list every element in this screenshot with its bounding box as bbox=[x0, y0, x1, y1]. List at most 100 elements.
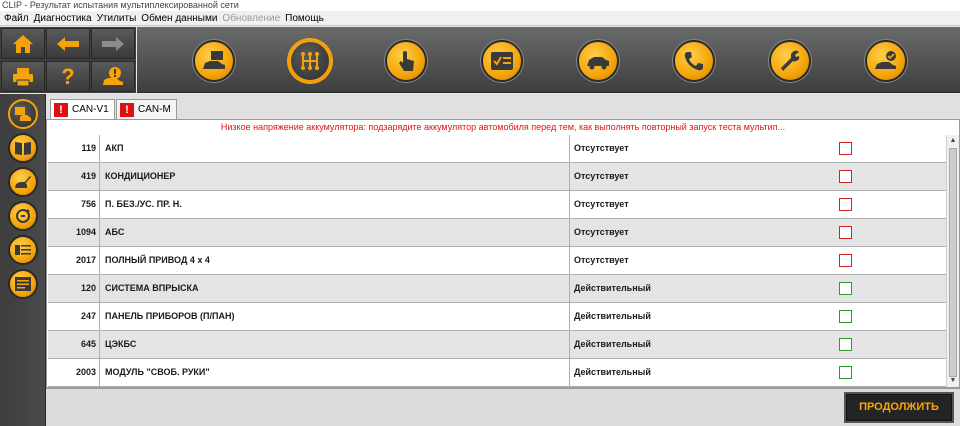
ecu-id: 119 bbox=[48, 135, 100, 162]
table-row: 119 АКП Отсутствует bbox=[48, 135, 946, 163]
action-bar: ПРОДОЛЖИТЬ bbox=[46, 388, 960, 426]
status-checkbox[interactable] bbox=[839, 226, 852, 239]
help-button[interactable]: ? bbox=[46, 61, 90, 92]
status-checkbox[interactable] bbox=[839, 198, 852, 211]
ecu-status: Действительный bbox=[574, 311, 651, 321]
sidebar-reset-cycle[interactable] bbox=[8, 201, 38, 231]
tab-label: CAN-V1 bbox=[72, 104, 109, 115]
ecu-id: 247 bbox=[48, 303, 100, 330]
status-checkbox[interactable] bbox=[839, 366, 852, 379]
ecu-id: 1094 bbox=[48, 219, 100, 246]
sidebar-wiring[interactable] bbox=[8, 235, 38, 265]
ecu-status: Действительный bbox=[574, 367, 651, 377]
sidebar-network-test[interactable] bbox=[8, 99, 38, 129]
scroll-thumb[interactable] bbox=[949, 148, 957, 377]
warning-icon: ! bbox=[54, 103, 68, 117]
vehicle-scan-icon bbox=[587, 57, 609, 70]
wiring-icon bbox=[15, 245, 31, 255]
phone-support-button[interactable] bbox=[673, 40, 715, 82]
ecu-status: Отсутствует bbox=[574, 227, 629, 237]
menu-utilities[interactable]: Утилиты bbox=[97, 11, 137, 25]
ecu-id: 120 bbox=[48, 275, 100, 302]
ecu-status: Отсутствует bbox=[574, 171, 629, 181]
table-row: 1094 АБС Отсутствует bbox=[48, 219, 946, 247]
printer-icon bbox=[13, 67, 33, 86]
gearbox-button[interactable] bbox=[289, 40, 331, 82]
function-toolbar bbox=[137, 27, 960, 93]
ecu-name: СИСТЕМА ВПРЫСКА bbox=[101, 275, 570, 302]
ecu-name: АБС bbox=[101, 219, 570, 246]
network-test-icon bbox=[15, 107, 31, 121]
wrench-icon bbox=[781, 50, 800, 71]
menu-diagnostics[interactable]: Диагностика bbox=[34, 11, 92, 25]
forward-button[interactable] bbox=[91, 28, 135, 59]
ecu-id: 2017 bbox=[48, 247, 100, 274]
table-row: 2017 ПОЛНЫЙ ПРИВОД 4 х 4 Отсутствует bbox=[48, 247, 946, 275]
ecu-name: МОДУЛЬ "СВОБ. РУКИ" bbox=[101, 359, 570, 386]
tab-can-v1[interactable]: ! CAN-V1 bbox=[50, 99, 115, 120]
clip-window: CLIP - Результат испытания мультиплексир… bbox=[0, 0, 960, 426]
status-checkbox[interactable] bbox=[839, 254, 852, 267]
gearbox-icon bbox=[301, 52, 319, 70]
vehicle-check-icon bbox=[875, 51, 896, 69]
ecu-status: Отсутствует bbox=[574, 199, 629, 209]
ecu-id: 2003 bbox=[48, 359, 100, 386]
table-row: 419 КОНДИЦИОНЕР Отсутствует bbox=[48, 163, 946, 191]
navigation-grid: ? bbox=[0, 27, 136, 93]
checklist-icon bbox=[491, 52, 513, 70]
status-checkbox[interactable] bbox=[839, 310, 852, 323]
status-checkbox[interactable] bbox=[839, 338, 852, 351]
table-scrollbar[interactable]: ▲ ▼ bbox=[946, 135, 959, 387]
sidebar-edit-vehicle[interactable] bbox=[8, 167, 38, 197]
sidebar-manual[interactable] bbox=[8, 133, 38, 163]
menu-data-exchange[interactable]: Обмен данными bbox=[141, 11, 217, 25]
table-row: 247 ПАНЕЛЬ ПРИБОРОВ (П/ПАН) Действительный bbox=[48, 303, 946, 331]
menu-help[interactable]: Помощь bbox=[285, 11, 324, 25]
back-button[interactable] bbox=[46, 28, 90, 59]
network-tabs: ! CAN-V1 ! CAN-M bbox=[46, 94, 960, 120]
ecu-id: 645 bbox=[48, 331, 100, 358]
status-checkbox[interactable] bbox=[839, 282, 852, 295]
window-title: CLIP - Результат испытания мультиплексир… bbox=[0, 0, 960, 11]
menu-file[interactable]: Файл bbox=[4, 11, 29, 25]
tab-label: CAN-M bbox=[138, 104, 171, 115]
checklist-button[interactable] bbox=[481, 40, 523, 82]
ecu-status: Отсутствует bbox=[574, 255, 629, 265]
wrench-button[interactable] bbox=[769, 40, 811, 82]
ecu-name: КОНДИЦИОНЕР bbox=[101, 163, 570, 190]
status-checkbox[interactable] bbox=[839, 142, 852, 155]
edit-vehicle-icon bbox=[15, 176, 31, 188]
vehicle-identification-button[interactable] bbox=[193, 40, 235, 82]
battery-warning-message: Низкое напряжение аккумулятора: подзаряд… bbox=[220, 122, 786, 132]
tab-can-m[interactable]: ! CAN-M bbox=[116, 99, 177, 120]
report-icon bbox=[15, 277, 31, 291]
status-checkbox[interactable] bbox=[839, 170, 852, 183]
touch-button[interactable] bbox=[385, 40, 427, 82]
phone-support-icon bbox=[684, 52, 703, 71]
ecu-name: ПАНЕЛЬ ПРИБОРОВ (П/ПАН) bbox=[101, 303, 570, 330]
ecu-status: Действительный bbox=[574, 339, 651, 349]
touch-icon bbox=[399, 51, 414, 71]
vehicle-alert-icon bbox=[103, 66, 123, 85]
table-row: 2003 МОДУЛЬ "СВОБ. РУКИ" Действительный bbox=[48, 359, 946, 387]
continue-button[interactable]: ПРОДОЛЖИТЬ bbox=[844, 392, 954, 423]
vehicle-scan-button[interactable] bbox=[577, 40, 619, 82]
forward-arrow-icon bbox=[102, 36, 124, 51]
table-row: 120 СИСТЕМА ВПРЫСКА Действительный bbox=[48, 275, 946, 303]
scroll-up-arrow-icon[interactable]: ▲ bbox=[947, 135, 959, 147]
manual-book-icon bbox=[15, 142, 31, 155]
table-row: 756 П. БЕЗ./УС. ПР. Н. Отсутствует bbox=[48, 191, 946, 219]
ecu-id: 419 bbox=[48, 163, 100, 190]
home-button[interactable] bbox=[1, 28, 45, 59]
warning-icon: ! bbox=[120, 103, 134, 117]
ecu-name: ЦЭКБС bbox=[101, 331, 570, 358]
scroll-down-arrow-icon[interactable]: ▼ bbox=[947, 375, 959, 387]
vehicle-alert-button[interactable] bbox=[91, 61, 135, 92]
results-panel: Низкое напряжение аккумулятора: подзаряд… bbox=[46, 119, 960, 388]
ecu-name: ПОЛНЫЙ ПРИВОД 4 х 4 bbox=[101, 247, 570, 274]
home-icon bbox=[13, 34, 33, 53]
ecu-id: 756 bbox=[48, 191, 100, 218]
vehicle-check-button[interactable] bbox=[865, 40, 907, 82]
print-button[interactable] bbox=[1, 61, 45, 92]
sidebar-report[interactable] bbox=[8, 269, 38, 299]
